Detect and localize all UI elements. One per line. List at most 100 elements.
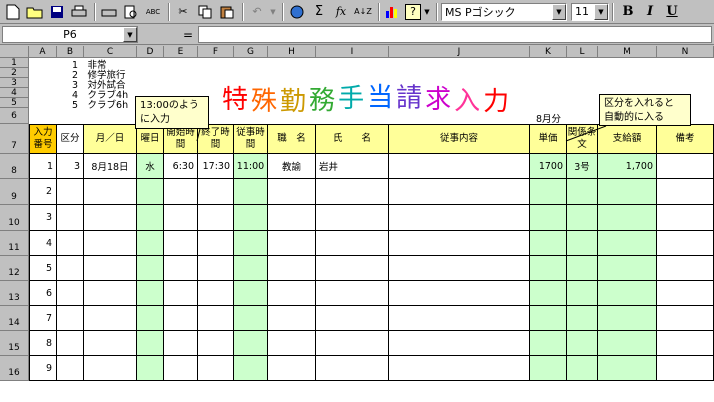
row-header-16[interactable]: 16	[0, 356, 29, 381]
table-cell[interactable]	[164, 331, 198, 356]
table-cell[interactable]	[389, 179, 530, 205]
row-header-7[interactable]: 7	[0, 124, 29, 154]
sort-ascending-icon[interactable]: A↓Z	[353, 2, 373, 22]
table-cell[interactable]	[598, 356, 657, 381]
row-header-14[interactable]: 14	[0, 306, 29, 331]
table-cell[interactable]	[567, 179, 598, 205]
row-number[interactable]: 8	[29, 331, 57, 356]
table-cell[interactable]	[316, 356, 389, 381]
paste-icon[interactable]	[217, 2, 237, 22]
table-cell[interactable]	[164, 256, 198, 281]
table-cell[interactable]	[657, 154, 714, 179]
column-header-n[interactable]: N	[657, 46, 714, 58]
table-cell[interactable]	[657, 306, 714, 331]
table-cell[interactable]	[84, 231, 137, 256]
table-cell[interactable]	[389, 256, 530, 281]
table-cell[interactable]	[598, 179, 657, 205]
table-cell[interactable]	[316, 205, 389, 231]
column-header-a[interactable]: A	[29, 46, 57, 58]
table-cell[interactable]	[164, 231, 198, 256]
row-header-11[interactable]: 11	[0, 231, 29, 256]
preview-magnifier-icon[interactable]	[121, 2, 141, 22]
table-cell[interactable]	[567, 306, 598, 331]
column-header-h[interactable]: H	[268, 46, 316, 58]
table-cell[interactable]	[137, 205, 164, 231]
row-header-3[interactable]: 3	[0, 78, 29, 88]
table-cell[interactable]	[57, 179, 84, 205]
table-cell[interactable]	[198, 231, 234, 256]
row-number[interactable]: 5	[29, 256, 57, 281]
table-cell[interactable]	[389, 356, 530, 381]
table-cell[interactable]	[316, 306, 389, 331]
table-cell[interactable]	[389, 205, 530, 231]
undo-dropdown-icon[interactable]: ▼	[269, 2, 277, 22]
table-cell[interactable]	[268, 179, 316, 205]
table-cell[interactable]	[657, 331, 714, 356]
row-header-8[interactable]: 8	[0, 154, 29, 179]
record-start[interactable]: 6:30	[164, 154, 198, 179]
table-cell[interactable]	[57, 356, 84, 381]
row-header-6[interactable]: 6	[0, 108, 29, 124]
table-cell[interactable]	[268, 205, 316, 231]
table-cell[interactable]	[164, 205, 198, 231]
table-cell[interactable]	[657, 281, 714, 306]
new-file-icon[interactable]	[3, 2, 23, 22]
row-number[interactable]: 4	[29, 231, 57, 256]
table-cell[interactable]	[137, 356, 164, 381]
table-cell[interactable]	[137, 256, 164, 281]
table-cell[interactable]	[530, 256, 567, 281]
table-cell[interactable]	[57, 256, 84, 281]
table-cell[interactable]	[567, 205, 598, 231]
column-header-m[interactable]: M	[598, 46, 657, 58]
column-header-k[interactable]: K	[530, 46, 567, 58]
help-dropdown-icon[interactable]: ▼	[423, 2, 431, 22]
row-number[interactable]: 2	[29, 179, 57, 205]
undo-icon[interactable]: ↶	[247, 2, 267, 22]
cut-icon[interactable]: ✂	[173, 2, 193, 22]
table-cell[interactable]	[530, 205, 567, 231]
select-all-corner[interactable]	[0, 46, 29, 58]
table-cell[interactable]	[234, 231, 268, 256]
column-header-l[interactable]: L	[567, 46, 598, 58]
table-cell[interactable]	[234, 281, 268, 306]
save-icon[interactable]	[47, 2, 67, 22]
table-cell[interactable]	[84, 205, 137, 231]
chevron-down-icon[interactable]: ▼	[552, 3, 566, 20]
record-name[interactable]: 岩井	[316, 154, 389, 179]
record-kubun[interactable]: 3	[57, 154, 84, 179]
table-cell[interactable]	[198, 256, 234, 281]
table-cell[interactable]	[389, 331, 530, 356]
table-cell[interactable]	[598, 205, 657, 231]
chart-wizard-icon[interactable]	[383, 2, 403, 22]
print-preview-icon[interactable]	[99, 2, 119, 22]
record-work-time[interactable]: 11:00	[234, 154, 268, 179]
table-cell[interactable]	[657, 356, 714, 381]
autosum-icon[interactable]: Σ	[309, 2, 329, 22]
row-number[interactable]: 6	[29, 281, 57, 306]
table-cell[interactable]	[657, 231, 714, 256]
table-cell[interactable]	[198, 179, 234, 205]
table-cell[interactable]	[389, 231, 530, 256]
table-cell[interactable]	[137, 331, 164, 356]
table-cell[interactable]	[234, 306, 268, 331]
table-cell[interactable]	[598, 231, 657, 256]
table-cell[interactable]	[530, 179, 567, 205]
table-cell[interactable]	[530, 356, 567, 381]
table-cell[interactable]	[657, 179, 714, 205]
record-article[interactable]: 3号	[567, 154, 598, 179]
table-cell[interactable]	[316, 281, 389, 306]
table-cell[interactable]	[530, 231, 567, 256]
record-weekday[interactable]: 水	[137, 154, 164, 179]
table-cell[interactable]	[234, 256, 268, 281]
hyperlink-icon[interactable]	[287, 2, 307, 22]
table-cell[interactable]	[164, 356, 198, 381]
table-cell[interactable]	[57, 205, 84, 231]
column-header-f[interactable]: F	[198, 46, 234, 58]
record-amount[interactable]: 1,700	[598, 154, 657, 179]
table-cell[interactable]	[598, 256, 657, 281]
table-cell[interactable]	[316, 179, 389, 205]
record-end[interactable]: 17:30	[198, 154, 234, 179]
table-cell[interactable]	[598, 281, 657, 306]
row-number[interactable]: 9	[29, 356, 57, 381]
table-cell[interactable]	[268, 231, 316, 256]
